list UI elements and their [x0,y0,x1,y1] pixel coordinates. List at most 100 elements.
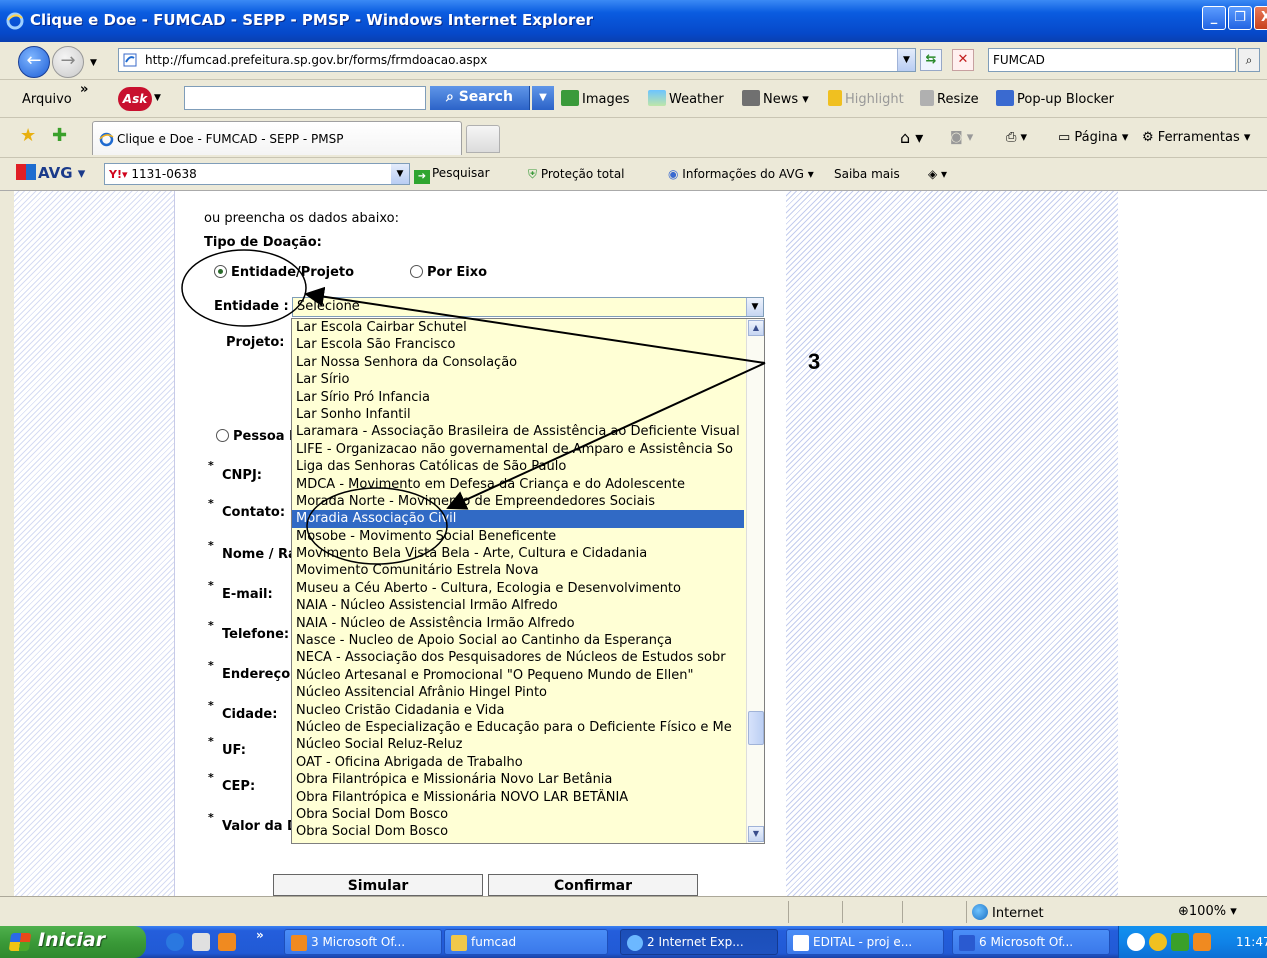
entidade-option[interactable]: NAIA - Núcleo de Assistência Irmão Alfre… [292,615,744,632]
status-zone[interactable]: Internet [972,904,1044,921]
scrollbar-thumb[interactable] [748,711,764,745]
taskbar-item[interactable]: 6 Microsoft Of... [952,929,1110,955]
entidade-option[interactable]: Nucleo Cristão Cidadania e Vida [292,702,744,719]
avg-logo[interactable]: AVG ▾ [16,164,85,182]
avg-saiba-mais-link[interactable]: Saiba mais [834,167,900,181]
entidade-option[interactable]: Núcleo Artesanal e Promocional "O Pequen… [292,667,744,684]
tray-icon[interactable] [1193,933,1211,951]
address-input[interactable]: http://fumcad.prefeitura.sp.gov.br/forms… [118,48,916,72]
tray-icon[interactable] [1171,933,1189,951]
radio-entidade-projeto[interactable]: Entidade/Projeto [214,265,354,280]
entidade-option[interactable]: Museu a Céu Aberto - Cultura, Ecologia e… [292,580,744,597]
confirmar-button[interactable]: Confirmar [488,874,698,896]
entidade-option[interactable]: Movimento Comunitário Estrela Nova [292,562,744,579]
quicklaunch-icon[interactable] [218,933,236,951]
restore-button[interactable]: ❐ [1228,6,1252,30]
quicklaunch-icon[interactable] [192,933,210,951]
entidade-option[interactable]: LIFE - Organizacao não governamental de … [292,441,744,458]
avg-protecao-button[interactable]: ⛨ Proteção total [528,167,625,182]
refresh-button[interactable]: ⇆ [920,49,942,71]
entidade-option[interactable]: Nasce - Nucleo de Apoio Social ao Cantin… [292,632,744,649]
entidade-option[interactable]: Liga das Senhoras Católicas de São Paulo [292,458,744,475]
ask-logo[interactable]: Ask [118,87,152,111]
ask-search-dropdown-icon[interactable]: ▼ [532,86,554,110]
radio-pessoa[interactable]: Pessoa F [216,429,298,444]
ask-dropdown-icon[interactable]: ▼ [154,93,161,103]
search-icon[interactable]: ⌕ [1238,48,1260,72]
entidade-option[interactable]: Lar Nossa Senhora da Consolação [292,354,744,371]
forward-button[interactable]: → [52,46,84,78]
scroll-up-icon[interactable]: ▲ [748,320,764,336]
home-icon[interactable]: ⌂ ▾ [900,128,923,147]
entidade-option[interactable]: Mosobe - Movimento Social Beneficente [292,528,744,545]
stop-button[interactable]: ✕ [952,49,974,71]
zoom-control[interactable]: ⊕100% ▾ [1178,904,1237,919]
taskbar-item[interactable]: fumcad [444,929,608,955]
search-input[interactable]: FUMCAD [988,48,1236,72]
taskbar-item[interactable]: EDITAL - proj e... [786,929,944,955]
start-button[interactable]: Iniciar [0,926,146,958]
entidade-option[interactable]: MDCA - Movimento em Defesa da Criança e … [292,476,744,493]
ask-search-input[interactable] [184,86,426,110]
entidade-option[interactable]: Núcleo de Especialização e Educação para… [292,719,744,736]
entidade-option[interactable]: Lar Escola Cairbar Schutel [292,319,744,336]
menu-arquivo[interactable]: Arquivo [22,92,72,107]
ask-search-button[interactable]: ⌕ Search [430,86,530,110]
avg-informacoes-button[interactable]: ◉ Informações do AVG ▾ [668,167,814,181]
address-dropdown-icon[interactable]: ▼ [897,49,915,71]
scroll-down-icon[interactable]: ▼ [748,826,764,842]
back-button[interactable]: ← [18,46,50,78]
entidade-dropdown-list[interactable]: Lar Escola Cairbar Schutel Lar Escola São… [291,318,765,844]
new-tab-button[interactable] [466,125,500,153]
minimize-button[interactable]: _ [1202,6,1226,30]
yahoo-dropdown-icon[interactable]: ▼ [391,164,409,184]
tray-icon[interactable] [1127,933,1145,951]
ferramentas-menu[interactable]: ⚙ Ferramentas ▾ [1142,130,1250,145]
simular-button[interactable]: Simular [273,874,483,896]
add-favorites-icon[interactable]: ✚ [52,125,67,146]
recent-pages-dropdown-icon[interactable]: ▼ [90,58,97,68]
popup-blocker-button[interactable]: Pop-up Blocker [996,90,1114,107]
entidade-option[interactable]: NAIA - Núcleo Assistencial Irmão Alfredo [292,597,744,614]
taskbar-item[interactable]: 3 Microsoft Of... [284,929,442,955]
print-icon[interactable]: ⎙ ▾ [1006,130,1027,145]
entidade-option[interactable]: Morada Norte - Movimento de Empreendedor… [292,493,744,510]
entidade-option[interactable]: Obra Social Dom Bosco [292,806,744,823]
entidade-option[interactable]: OAT - Oficina Abrigada de Trabalho [292,754,744,771]
yahoo-search-input[interactable]: Y!▾ 1131-0638 ▼ [104,163,410,185]
tab-active[interactable]: Clique e Doe - FUMCAD - SEPP - PMSP [92,121,462,155]
resize-button[interactable]: Resize [920,90,979,107]
favorites-star-icon[interactable]: ★ [20,125,36,146]
weather-button[interactable]: Weather [648,90,724,107]
entidade-option[interactable]: Movimento Bela Vista Bela - Arte, Cultur… [292,545,744,562]
avg-pesquisar-button[interactable]: ➜ Pesquisar [414,166,490,184]
entidade-option[interactable]: Lar Sírio [292,371,744,388]
entidade-option[interactable]: Lar Sírio Pró Infancia [292,389,744,406]
feeds-icon[interactable]: ◙ ▾ [950,130,973,145]
avg-options-icon[interactable]: ◈ ▾ [928,167,947,181]
entidade-option[interactable]: NECA - Associação dos Pesquisadores de N… [292,649,744,666]
pagina-menu[interactable]: ▭ Página ▾ [1058,130,1128,145]
news-button[interactable]: News ▾ [742,90,809,107]
entidade-option[interactable]: Obra Filantrópica e Missionária Novo Lar… [292,771,744,788]
entidade-option[interactable]: Núcleo Social Reluz-Reluz [292,736,744,753]
menu-more-chevron[interactable]: » [80,82,88,97]
quicklaunch-more-chevron[interactable]: » [256,928,264,942]
entidade-option[interactable]: Lar Sonho Infantil [292,406,744,423]
images-button[interactable]: Images [561,90,630,107]
tray-icon[interactable] [1149,933,1167,951]
entidade-option[interactable]: Lar Escola São Francisco [292,336,744,353]
close-button[interactable]: X [1254,6,1267,30]
entidade-option[interactable]: Obra Social Dom Bosco [292,823,744,840]
entidade-option[interactable]: Obra Filantrópica e Missionária NOVO LAR… [292,789,744,806]
entidade-option[interactable]: Núcleo Assitencial Afrânio Hingel Pinto [292,684,744,701]
quicklaunch-icon[interactable] [166,933,184,951]
chevron-down-icon[interactable]: ▼ [746,298,763,316]
entidade-option[interactable]: Moradia Associação Civil [292,510,744,528]
dropdown-scrollbar[interactable]: ▲ ▼ [746,319,764,843]
highlight-button[interactable]: Highlight [828,90,904,107]
entidade-option[interactable]: Laramara - Associação Brasileira de Assi… [292,423,744,440]
entidade-select[interactable]: Selecione ▼ [292,297,764,317]
taskbar-item[interactable]: 2 Internet Exp... [620,929,778,955]
radio-por-eixo[interactable]: Por Eixo [410,265,487,280]
